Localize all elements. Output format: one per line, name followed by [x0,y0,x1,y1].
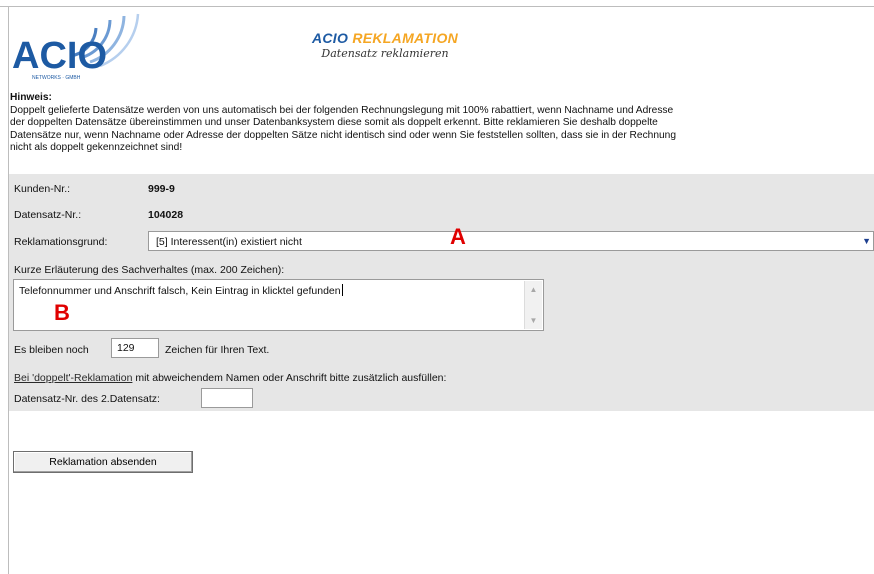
acio-logo: ACIO NETWORKS · GMBH [10,12,150,82]
scroll-up-icon[interactable]: ▲ [527,283,540,296]
annotation-a: A [450,224,466,249]
customer-number-label: Kunden-Nr.: [14,183,71,195]
customer-number-value: 999-9 [148,183,175,195]
complaint-reason-selected: [5] Interessent(in) existiert nicht [156,236,302,248]
duplicate-hint-text: mit abweichendem Namen oder Anschrift bi… [132,372,447,384]
page-subtitle: Datensatz reklamieren [321,47,449,60]
submit-complaint-button[interactable]: Reklamation absenden [13,451,193,473]
logo-subtext: NETWORKS · GMBH [32,75,81,81]
notice-line: nicht als doppelt gekennzeichnet sind! [10,142,183,153]
textarea-scrollbar[interactable]: ▲ ▼ [524,281,542,329]
remaining-suffix: Zeichen für Ihren Text. [165,344,270,356]
notice-line: Doppelt gelieferte Datensätze werden von… [10,104,674,116]
notice-heading: Hinweis: [10,92,52,103]
page-top-border [0,6,874,7]
notice-line: der doppelten Datensätze übereinstimmen … [10,117,658,128]
second-record-label: Datensatz-Nr. des 2.Datensatz: [14,393,160,405]
page-title: ACIO REKLAMATION [250,30,520,46]
remaining-chars-field[interactable]: 129 [111,338,159,358]
annotation-b: B [54,300,70,325]
notice-block: Hinweis: Doppelt gelieferte Datensätze w… [10,92,874,155]
logo-text: ACIO [12,35,107,77]
title-brand: ACIO [311,30,349,46]
duplicate-complaint-link[interactable]: Bei 'doppelt'-Reklamation [14,372,132,384]
second-record-input[interactable] [201,388,253,408]
complaint-reason-label: Reklamationsgrund: [14,236,108,248]
explanation-label: Kurze Erläuterung des Sachverhaltes (max… [14,264,285,276]
explanation-text: Telefonnummer und Anschrift falsch, Kein… [19,284,343,297]
record-number-value: 104028 [148,209,184,221]
title-main: REKLAMATION [352,30,459,46]
duplicate-hint: Bei 'doppelt'-Reklamation mit abweichend… [14,372,446,384]
text-cursor [341,284,343,296]
page-header: ACIO REKLAMATION Datensatz reklamieren [250,30,520,60]
chevron-down-icon[interactable]: ▼ [862,236,871,246]
scroll-down-icon[interactable]: ▼ [527,314,540,327]
logo-waves-icon: ACIO NETWORKS · GMBH [12,13,140,81]
record-number-label: Datensatz-Nr.: [14,209,82,221]
remaining-prefix: Es bleiben noch [14,344,89,356]
explanation-textarea[interactable]: Telefonnummer und Anschrift falsch, Kein… [13,279,544,331]
complaint-reason-select[interactable]: [5] Interessent(in) existiert nicht ▼ [148,231,874,251]
notice-line: Datensätze nur, wenn Nachname oder Adres… [10,129,676,141]
